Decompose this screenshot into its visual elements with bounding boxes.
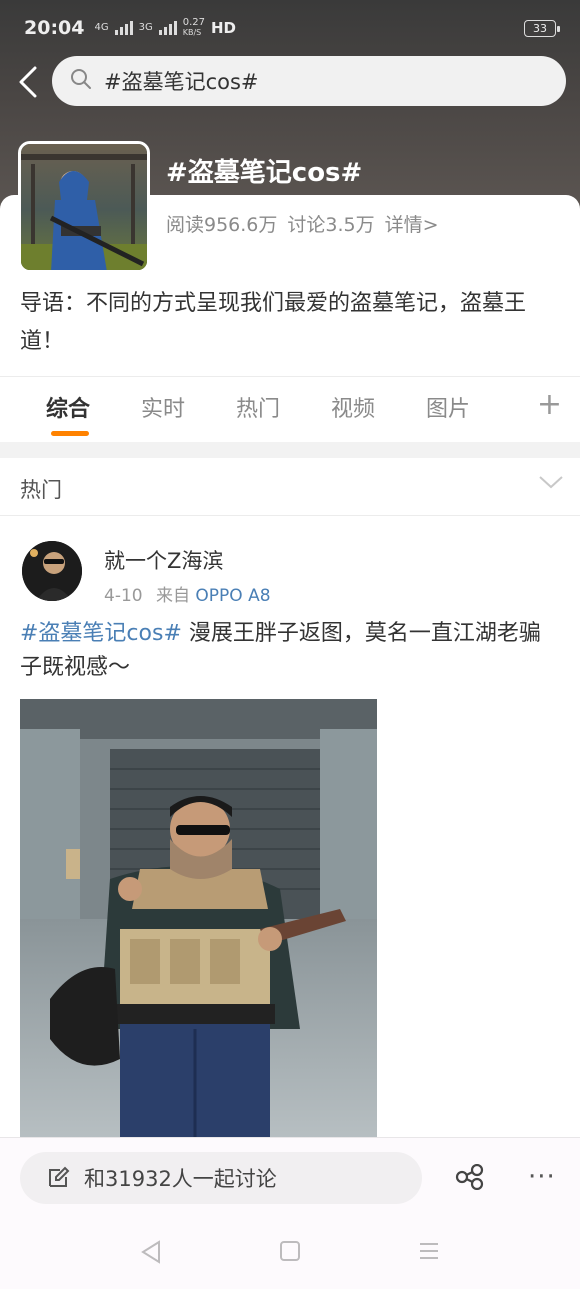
search-input[interactable]	[104, 69, 524, 93]
post-meta: 4-10 来自 OPPO A8	[104, 581, 271, 606]
topic-details-link[interactable]: 详情>	[385, 210, 439, 237]
nav-menu-icon[interactable]	[418, 1240, 440, 1266]
nav-home-icon[interactable]	[279, 1240, 301, 1266]
tab-video[interactable]: 视频	[331, 391, 375, 423]
network-3g-label: 3G	[138, 22, 153, 33]
topic-title: #盗墓笔记cos#	[166, 158, 363, 188]
post-photo	[20, 699, 377, 1139]
topic-reads: 阅读956.6万	[166, 214, 278, 236]
active-tab-indicator	[51, 431, 89, 436]
post-device[interactable]: OPPO A8	[195, 586, 270, 606]
tab-realtime[interactable]: 实时	[141, 391, 185, 423]
nav-back-icon[interactable]	[140, 1240, 162, 1268]
tab-bar: 综合 实时 热门 视频 图片 +	[0, 376, 580, 442]
network-speed-unit: KB/S	[182, 28, 202, 37]
divider	[0, 442, 580, 458]
topic-stats: 阅读956.6万 讨论3.5万 详情>	[166, 210, 439, 237]
post-author-name[interactable]: 就一个Z海滨	[104, 545, 223, 575]
topic-discussions: 讨论3.5万	[287, 214, 375, 236]
search-icon	[70, 68, 92, 94]
author-avatar-image	[22, 541, 82, 601]
chevron-down-icon[interactable]	[538, 474, 564, 494]
post-text: #盗墓笔记cos# 漫展王胖子返图，莫名一直江湖老骗子既视感～	[20, 617, 560, 685]
add-tab-icon[interactable]: +	[537, 387, 562, 422]
bottom-action-bar: 和31932人一起讨论 ···	[0, 1137, 580, 1215]
network-speed: 0.27 KB/S	[183, 18, 205, 38]
network-speed-value: 0.27	[182, 17, 205, 28]
nav-row	[0, 56, 580, 106]
battery-icon: 33	[524, 19, 560, 37]
post-source-prefix: 来自	[156, 586, 190, 606]
signal-strength-icon	[114, 21, 133, 35]
battery-level: 33	[533, 21, 547, 35]
back-arrow-icon[interactable]	[8, 60, 48, 104]
topic-avatar-image	[21, 144, 147, 270]
tab-images[interactable]: 图片	[426, 391, 470, 423]
edit-icon	[49, 1166, 70, 1187]
post-image[interactable]	[20, 699, 377, 1139]
tab-comprehensive[interactable]: 综合	[46, 391, 90, 423]
author-avatar[interactable]	[22, 541, 82, 601]
topic-avatar[interactable]	[18, 141, 150, 273]
feed-post: 就一个Z海滨 4-10 来自 OPPO A8 #盗墓笔记cos# 漫展王胖子返图…	[0, 517, 580, 1139]
share-icon[interactable]	[455, 1163, 485, 1194]
search-bar[interactable]	[52, 56, 566, 106]
section-title: 热门	[20, 478, 62, 502]
section-header[interactable]: 热门	[0, 458, 580, 516]
post-date: 4-10	[104, 586, 143, 606]
status-signals: 4G 3G 0.27 KB/S HD	[94, 18, 236, 38]
discuss-input[interactable]: 和31932人一起讨论	[20, 1152, 422, 1204]
hd-voice-label: HD	[211, 19, 237, 37]
status-time: 20:04	[24, 17, 85, 39]
system-nav-bar	[0, 1215, 580, 1289]
post-hashtag[interactable]: #盗墓笔记cos#	[20, 621, 182, 646]
status-bar: 20:04 4G 3G 0.27 KB/S HD 33	[0, 0, 580, 56]
topic-lead: 导语：不同的方式呈现我们最爱的盗墓笔记，盗墓王道！	[20, 291, 527, 354]
tab-hot[interactable]: 热门	[236, 391, 280, 423]
signal-strength-icon	[158, 21, 177, 35]
more-icon[interactable]: ···	[528, 1162, 556, 1192]
network-4g-label: 4G	[94, 22, 109, 33]
discuss-label: 和31932人一起讨论	[84, 1167, 277, 1191]
